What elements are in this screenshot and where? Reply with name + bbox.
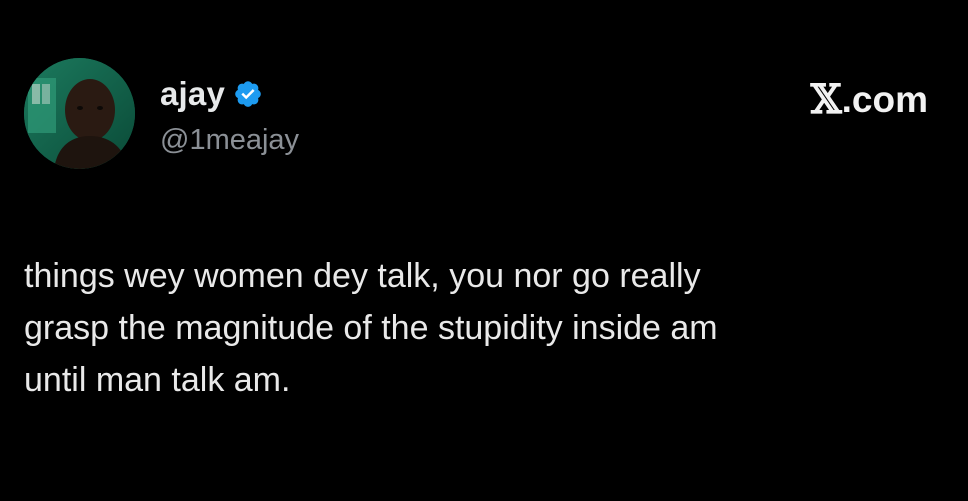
author-info: ajay @1meajay — [160, 74, 299, 157]
tweet-text: things wey women dey talk, you nor go re… — [24, 257, 718, 399]
brand-domain: .com — [841, 78, 928, 120]
author-handle[interactable]: @1meajay — [160, 124, 299, 157]
x-brand-watermark: 𝕏 .com — [811, 76, 928, 123]
tweet-card: ajay @1meajay 𝕏 .com things wey women de… — [0, 0, 968, 501]
verified-badge-icon — [233, 79, 263, 109]
author-avatar[interactable] — [24, 58, 135, 169]
author-name-row: ajay — [160, 74, 299, 114]
author-display-name[interactable]: ajay — [160, 75, 225, 113]
x-logo-icon: 𝕏 — [810, 76, 842, 123]
profile-photo-image — [24, 58, 135, 169]
